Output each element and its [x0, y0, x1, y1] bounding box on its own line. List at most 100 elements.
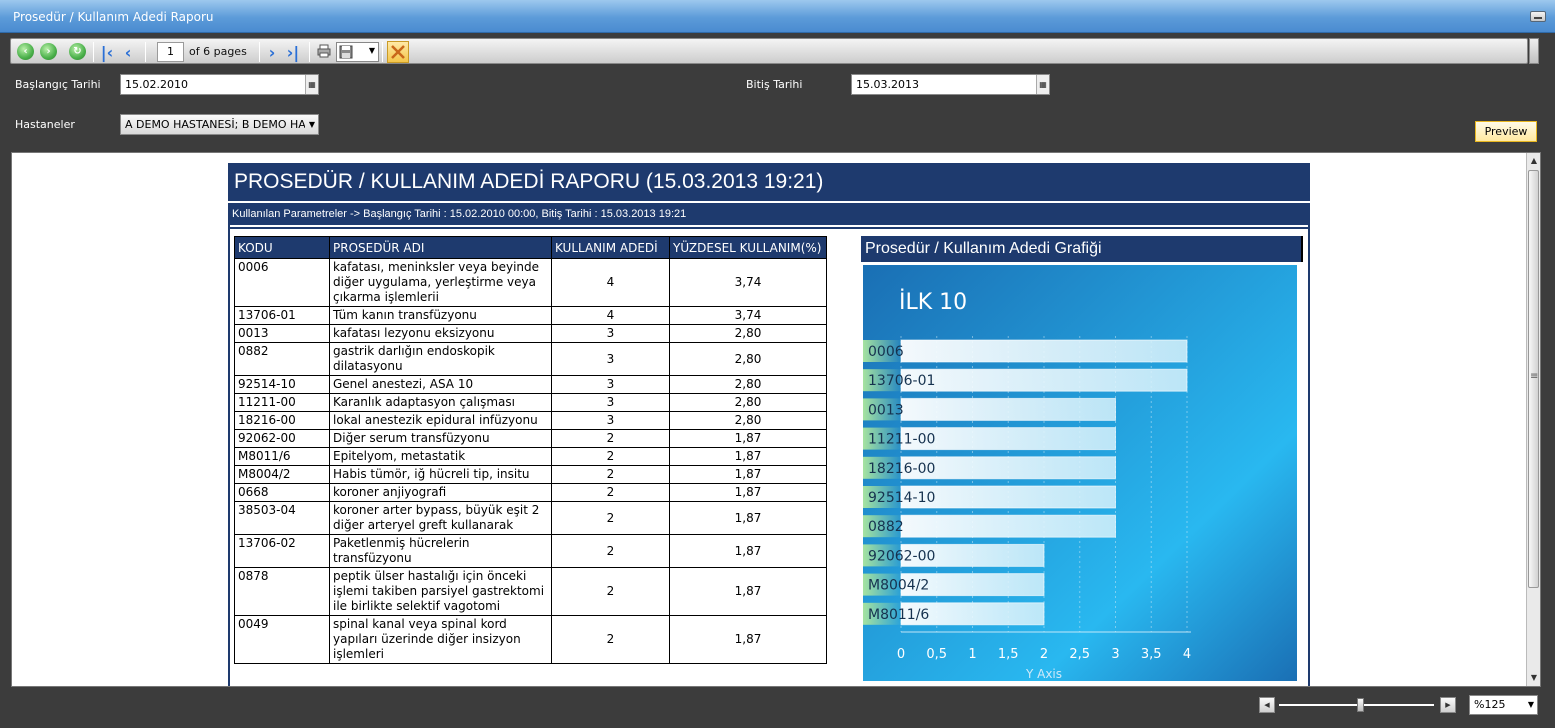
name-cell: Paketlenmiş hücrelerin transfüzyonu [329, 534, 552, 568]
x-tick-label: 1,5 [998, 647, 1019, 662]
bar-chart: İLK 10 0006 13706-01 0013 11211-00 18216-00 92… [863, 265, 1297, 681]
procedure-table: KODU PROSEDÜR ADI KULLANIM ADEDİ YÜZDESE… [234, 236, 827, 664]
table-row: 0013 kafatası lezyonu eksizyonu 3 2,80 [234, 324, 827, 343]
page-count-label: of 6 pages [189, 45, 247, 58]
chart-title: İLK 10 [899, 289, 967, 315]
table-row: 0882 gastrik darlığın endoskopik dilatasy… [234, 342, 827, 376]
zoom-dropdown[interactable]: %125 ▼ [1469, 695, 1538, 715]
scroll-thumb[interactable] [1528, 170, 1539, 588]
column-header: KULLANIM ADEDİ [551, 236, 670, 259]
percent-cell: 1,87 [669, 483, 827, 502]
zoom-slider[interactable]: ◀ ▶ [1259, 697, 1456, 713]
table-row: 11211-00 Karanlık adaptasyon çalışması 3 2,… [234, 393, 827, 412]
percent-cell: 1,87 [669, 534, 827, 568]
bar-category-label: 0882 [868, 519, 904, 535]
code-cell: 0013 [234, 324, 330, 343]
code-cell: M8004/2 [234, 465, 330, 484]
end-date-value: 15.03.2013 [856, 78, 919, 91]
column-header: PROSEDÜR ADI [329, 236, 552, 259]
chart-panel: Prosedür / Kullanım Adedi Grafiği İLK 10… [861, 236, 1303, 686]
name-cell: Epitelyom, metastatik [329, 447, 552, 466]
table-row: 38503-04 koroner arter bypass, büyük eşit… [234, 501, 827, 535]
print-icon[interactable] [317, 44, 331, 58]
forward-icon[interactable]: › [40, 43, 57, 60]
code-cell: 0006 [234, 258, 330, 307]
hospitals-value: A DEMO HASTANESİ; B DEMO HASTANESİ [125, 118, 305, 131]
window-titlebar: Prosedür / Kullanım Adedi Raporu [0, 0, 1555, 33]
zoom-in-icon[interactable]: ▶ [1440, 697, 1456, 713]
x-tick-label: 4 [1183, 647, 1191, 662]
x-tick-label: 2 [1040, 647, 1048, 662]
percent-cell: 2,80 [669, 411, 827, 430]
toolbar-grip[interactable] [1529, 38, 1539, 64]
scroll-down-icon[interactable]: ▼ [1528, 671, 1540, 685]
end-date-field[interactable]: 15.03.2013 ▦ [851, 74, 1050, 95]
back-icon[interactable]: ‹ [17, 43, 34, 60]
hospitals-dropdown[interactable]: A DEMO HASTANESİ; B DEMO HASTANESİ ▼ [120, 114, 319, 135]
preview-button[interactable]: Preview [1475, 121, 1537, 142]
name-cell: kafatası lezyonu eksizyonu [329, 324, 552, 343]
bar-category-label: M8004/2 [868, 578, 929, 594]
last-page-icon[interactable]: ›| [284, 42, 302, 62]
report-title: PROSEDÜR / KULLANIM ADEDİ RAPORU (15.03.… [228, 163, 1310, 201]
x-tick-label: 0,5 [926, 647, 947, 662]
table-row: 0006 kafatası, meninksler veya beyinde di… [234, 258, 827, 307]
first-page-icon[interactable]: |‹ [99, 42, 115, 62]
zoom-value: %125 [1474, 698, 1506, 711]
percent-cell: 2,80 [669, 324, 827, 343]
code-cell: 92062-00 [234, 429, 330, 448]
name-cell: koroner anjiyografi [329, 483, 552, 502]
start-date-value: 15.02.2010 [125, 78, 188, 91]
chevron-down-icon: ▼ [368, 46, 375, 55]
page-number-input[interactable]: 1 [157, 42, 184, 62]
bar-category-label: 92514-10 [868, 490, 935, 506]
percent-cell: 3,74 [669, 306, 827, 325]
minimize-button[interactable] [1530, 11, 1546, 22]
count-cell: 3 [551, 324, 670, 343]
count-cell: 3 [551, 375, 670, 394]
calendar-icon[interactable]: ▦ [305, 75, 318, 94]
bar-category-label: 11211-00 [868, 432, 935, 448]
scroll-up-icon[interactable]: ▲ [1528, 154, 1540, 168]
name-cell: Tüm kanın transfüzyonu [329, 306, 552, 325]
hospitals-label: Hastaneler [15, 118, 75, 131]
count-cell: 3 [551, 342, 670, 376]
code-cell: 13706-02 [234, 534, 330, 568]
column-header: YÜZDESEL KULLANIM(%) [669, 236, 827, 259]
vertical-scrollbar[interactable]: ▲ ▼ [1526, 153, 1540, 686]
count-cell: 2 [551, 534, 670, 568]
next-page-icon[interactable]: › [265, 42, 279, 62]
code-cell: 0878 [234, 567, 330, 616]
bar [900, 339, 1188, 363]
count-cell: 2 [551, 483, 670, 502]
zoom-slider-thumb[interactable] [1357, 698, 1364, 712]
bar [900, 514, 1116, 538]
name-cell: kafatası, meninksler veya beyinde diğer … [329, 258, 552, 307]
count-cell: 2 [551, 501, 670, 535]
refresh-icon[interactable]: ↻ [69, 43, 86, 60]
count-cell: 4 [551, 258, 670, 307]
x-tick-label: 0 [897, 647, 905, 662]
name-cell: lokal anestezik epidural infüzyonu [329, 411, 552, 430]
code-cell: 92514-10 [234, 375, 330, 394]
table-row: 13706-02 Paketlenmiş hücrelerin transfüzy… [234, 534, 827, 568]
zoom-out-icon[interactable]: ◀ [1259, 697, 1275, 713]
bar [900, 397, 1116, 421]
percent-cell: 1,87 [669, 501, 827, 535]
code-cell: 18216-00 [234, 411, 330, 430]
name-cell: Habis tümör, iğ hücreli tip, insitu [329, 465, 552, 484]
chevron-down-icon: ▼ [308, 120, 315, 129]
percent-cell: 2,80 [669, 375, 827, 394]
table-row: M8004/2 Habis tümör, iğ hücreli tip, insi… [234, 465, 827, 484]
bar-category-label: 92062-00 [868, 548, 935, 564]
x-tick-label: 3,5 [1141, 647, 1162, 662]
export-dropdown[interactable]: ▼ [336, 42, 379, 62]
percent-cell: 1,87 [669, 567, 827, 616]
previous-page-icon[interactable]: ‹ [121, 42, 135, 62]
chart-header: Prosedür / Kullanım Adedi Grafiği [861, 236, 1303, 262]
end-date-label: Bitiş Tarihi [746, 78, 803, 91]
start-date-field[interactable]: 15.02.2010 ▦ [120, 74, 319, 95]
tools-icon[interactable] [387, 41, 409, 63]
report-viewer: PROSEDÜR / KULLANIM ADEDİ RAPORU (15.03.… [11, 152, 1541, 687]
calendar-icon[interactable]: ▦ [1036, 75, 1049, 94]
